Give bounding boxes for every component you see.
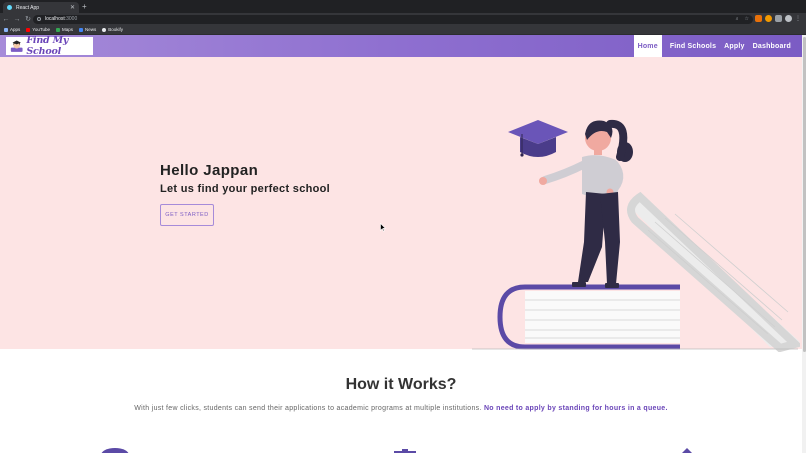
scrollbar-thumb[interactable] (802, 37, 806, 352)
get-started-button[interactable]: GET STARTED (160, 204, 214, 226)
browser-tab-bar: React App ✕ + (0, 0, 806, 13)
puzzle-icon[interactable] (775, 15, 782, 22)
app-header: Find My School Home Find Schools Apply D… (0, 35, 802, 57)
url-text: localhost:3000 (45, 16, 78, 22)
avatar[interactable] (785, 15, 792, 22)
description-highlight: No need to apply by standing for hours i… (483, 405, 668, 412)
tab-title: React App (16, 4, 40, 11)
apps-grid-icon (4, 27, 8, 32)
how-it-works-title: How it Works? (345, 376, 457, 393)
page-scrollbar[interactable] (802, 35, 806, 453)
logo-text: Find My School (26, 35, 69, 57)
browser-toolbar: ← → ↻ localhost:3000 ⌕ ☆ ⋮ (0, 13, 806, 25)
bookmark-maps[interactable]: Maps (55, 27, 73, 32)
bookmark-youtube[interactable]: YouTube (26, 27, 50, 32)
menu-kebab-icon[interactable]: ⋮ (795, 15, 801, 22)
bookmark-news[interactable]: News (78, 27, 96, 32)
hero-subtitle: Let us find your perfect school (160, 183, 331, 195)
nav-home[interactable]: Home (633, 35, 662, 57)
description-text: With just few clicks, students can send … (134, 405, 482, 412)
graduate-on-book-illustration (472, 119, 800, 352)
react-favicon-icon (7, 5, 12, 10)
nav-find-schools[interactable]: Find Schools (666, 35, 720, 57)
hero-greeting: Hello Jappan (160, 162, 259, 179)
maps-icon (55, 27, 60, 32)
address-bar[interactable]: localhost:3000 ⌕ ☆ (33, 14, 753, 24)
browser-tab[interactable]: React App ✕ (3, 2, 79, 13)
graduation-cap-icon (508, 120, 568, 157)
bookmark-bookify[interactable]: Bookify (102, 27, 123, 32)
info-icon[interactable] (37, 17, 41, 21)
bookmark-apps[interactable]: Apps (4, 27, 20, 32)
nav-dashboard[interactable]: Dashboard (749, 35, 795, 57)
forward-icon[interactable]: → (12, 16, 22, 23)
step-icon-2 (394, 449, 416, 453)
step-icon-1 (101, 448, 129, 453)
bookmarks-bar: Apps YouTube Maps News Bookify (0, 25, 806, 35)
extension-icon[interactable] (755, 15, 762, 22)
logo[interactable]: Find My School (6, 35, 93, 57)
student-logo-icon (10, 40, 23, 52)
back-icon[interactable]: ← (1, 16, 11, 23)
zoom-icon[interactable]: ⌕ (736, 16, 739, 22)
mouse-cursor-icon (380, 223, 386, 232)
bookify-icon (102, 27, 107, 32)
extension-icon[interactable] (765, 15, 772, 22)
step-icon-3 (682, 448, 692, 453)
new-tab-button[interactable]: + (82, 2, 87, 11)
hero-section: Hello Jappan Let us find your perfect sc… (0, 57, 802, 352)
reload-icon[interactable]: ↻ (23, 15, 33, 23)
nav-apply[interactable]: Apply (720, 35, 748, 57)
news-icon (78, 27, 83, 32)
flat-book (497, 284, 680, 350)
close-icon[interactable]: ✕ (70, 4, 75, 11)
youtube-icon (26, 27, 31, 32)
main-nav: Home Find Schools Apply Dashboard (633, 35, 795, 57)
how-it-works-description: With just few clicks, students can send … (0, 405, 802, 412)
bookmark-star-icon[interactable]: ☆ (745, 16, 749, 22)
